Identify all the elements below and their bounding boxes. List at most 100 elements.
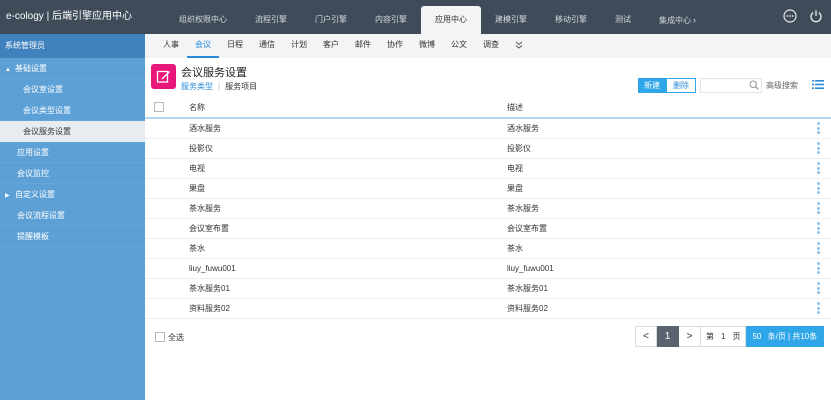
page-suffix: 页 xyxy=(732,332,741,341)
edit-icon xyxy=(151,64,176,89)
table-row[interactable]: 茶水服务 茶水服务 xyxy=(145,199,831,219)
row-more-icon[interactable] xyxy=(817,202,821,216)
sidebar-item-service-settings[interactable]: 会议服务设置 xyxy=(0,121,145,142)
top-tab-mobile[interactable]: 移动引擎 xyxy=(541,6,601,34)
sidebar-header: 系统管理员 xyxy=(0,34,145,58)
advanced-search-link[interactable]: 高级搜索 xyxy=(766,80,798,91)
cell-name: 会议室布置 xyxy=(189,224,229,233)
page-title: 会议服务设置 xyxy=(181,67,247,79)
top-tab-portal[interactable]: 门户引擎 xyxy=(301,6,361,34)
page-jump-input[interactable]: 1 xyxy=(716,327,730,346)
table-row[interactable]: 果盘 果盘 xyxy=(145,179,831,199)
caret-right-icon: ▶ xyxy=(5,193,10,199)
select-all-checkbox[interactable] xyxy=(155,332,165,342)
sidebar-item-reminder-template[interactable]: 提醒模板 xyxy=(0,226,145,247)
sub-tab-weibo[interactable]: 微博 xyxy=(411,34,443,58)
top-tab-integration[interactable]: 集成中心 › xyxy=(645,6,710,34)
sub-tab-survey[interactable]: 调查 xyxy=(475,34,507,58)
action-buttons: 新建 删除 xyxy=(638,78,696,93)
table-row[interactable]: liuy_fuwu001 liuy_fuwu001 xyxy=(145,259,831,279)
sub-tab-hr[interactable]: 人事 xyxy=(155,34,187,58)
page-size-value: 50 xyxy=(752,332,762,341)
page-size-selector[interactable]: 50 条/页 | 共10条 xyxy=(746,326,825,347)
sidebar-item-basic-settings[interactable]: ▲ 基础设置 xyxy=(0,58,145,79)
top-tab-workflow[interactable]: 流程引擎 xyxy=(241,6,301,34)
page-size-suffix: 条/页 | 共10条 xyxy=(767,332,818,341)
table-row[interactable]: 电视 电视 xyxy=(145,159,831,179)
sidebar-item-flow-settings[interactable]: 会议流程设置 xyxy=(0,205,145,226)
sidebar-item-type-settings[interactable]: 会议类型设置 xyxy=(0,100,145,121)
sidebar-item-app-settings[interactable]: 应用设置 xyxy=(0,142,145,163)
cell-name: 资料服务02 xyxy=(189,304,230,313)
top-bar: e-cology | 后端引擎应用中心 组织权限中心 流程引擎 门户引擎 内容引… xyxy=(0,0,831,34)
sidebar-item-monitor[interactable]: 会议监控 xyxy=(0,163,145,184)
link-service-type[interactable]: 服务类型 xyxy=(181,82,213,91)
sub-tab-collab[interactable]: 协作 xyxy=(379,34,411,58)
row-more-icon[interactable] xyxy=(817,162,821,176)
prev-page-button[interactable]: < xyxy=(635,326,657,347)
new-button[interactable]: 新建 xyxy=(638,78,666,93)
cell-description: 茶水服务01 xyxy=(507,284,548,293)
table-row[interactable]: 资料服务02 资料服务02 xyxy=(145,299,831,319)
search-icon[interactable] xyxy=(749,80,759,92)
sub-tab-customer[interactable]: 客户 xyxy=(315,34,347,58)
cell-name: 茶水服务 xyxy=(189,204,221,213)
top-tab-app-center[interactable]: 应用中心 xyxy=(421,6,481,34)
top-tab-org[interactable]: 组织权限中心 xyxy=(165,6,241,34)
cell-description: 果盘 xyxy=(507,184,523,193)
sub-tab-document[interactable]: 公文 xyxy=(443,34,475,58)
cell-description: liuy_fuwu001 xyxy=(507,264,554,273)
page-jump: 第 1 页 xyxy=(701,326,747,347)
next-page-button[interactable]: > xyxy=(679,326,701,347)
header-checkbox[interactable] xyxy=(154,102,164,112)
page-prefix: 第 xyxy=(706,332,714,341)
power-icon[interactable] xyxy=(807,7,825,25)
row-more-icon[interactable] xyxy=(817,222,821,236)
table-row[interactable]: 酒水服务 酒水服务 xyxy=(145,119,831,139)
page-number-current[interactable]: 1 xyxy=(657,326,679,347)
row-more-icon[interactable] xyxy=(817,242,821,256)
sub-tab-comm[interactable]: 通信 xyxy=(251,34,283,58)
top-tab-content[interactable]: 内容引擎 xyxy=(361,6,421,34)
sidebar-item-room-settings[interactable]: 会议室设置 xyxy=(0,79,145,100)
cell-description: 电视 xyxy=(507,164,523,173)
page-links: 服务类型 | 服务项目 xyxy=(181,81,257,92)
row-more-icon[interactable] xyxy=(817,302,821,316)
double-chevron-down-icon[interactable] xyxy=(507,34,531,58)
link-service-item[interactable]: 服务项目 xyxy=(225,82,257,91)
sub-tab-plan[interactable]: 计划 xyxy=(283,34,315,58)
sidebar-item-custom-settings[interactable]: ▶ 自定义设置 xyxy=(0,184,145,205)
table-row[interactable]: 茶水服务01 茶水服务01 xyxy=(145,279,831,299)
row-more-icon[interactable] xyxy=(817,182,821,196)
row-more-icon[interactable] xyxy=(817,282,821,296)
column-header-name: 名称 xyxy=(189,103,205,112)
top-tab-integration-label: 集成中心 xyxy=(659,16,691,25)
select-all-label: 全选 xyxy=(168,333,184,342)
row-more-icon[interactable] xyxy=(817,142,821,156)
top-tab-test[interactable]: 测试 xyxy=(601,6,645,34)
table-header: 名称 描述 xyxy=(145,98,831,119)
caret-down-icon: ▲ xyxy=(5,67,11,73)
table-row[interactable]: 投影仪 投影仪 xyxy=(145,139,831,159)
sub-tab-meeting[interactable]: 会议 xyxy=(187,34,219,58)
sub-tab-schedule[interactable]: 日程 xyxy=(219,34,251,58)
sub-tab-mail[interactable]: 邮件 xyxy=(347,34,379,58)
cell-name: 电视 xyxy=(189,164,205,173)
table-row[interactable]: 会议室布置 会议室布置 xyxy=(145,219,831,239)
list-menu-icon[interactable] xyxy=(812,79,824,92)
cell-name: 茶水 xyxy=(189,244,205,253)
row-more-icon[interactable] xyxy=(817,122,821,136)
sidebar-item-label: 自定义设置 xyxy=(15,190,55,199)
cell-name: 果盘 xyxy=(189,184,205,193)
top-icons xyxy=(781,7,825,25)
delete-button[interactable]: 删除 xyxy=(666,78,696,93)
top-tabs: 组织权限中心 流程引擎 门户引擎 内容引擎 应用中心 建模引擎 移动引擎 测试 … xyxy=(165,6,710,34)
row-more-icon[interactable] xyxy=(817,262,821,276)
column-header-description: 描述 xyxy=(507,103,523,112)
cell-description: 资料服务02 xyxy=(507,304,548,313)
top-tab-modeling[interactable]: 建模引擎 xyxy=(481,6,541,34)
more-icon[interactable] xyxy=(781,7,799,25)
sidebar: 系统管理员 ▲ 基础设置 会议室设置 会议类型设置 会议服务设置 应用设置 会议监… xyxy=(0,34,145,400)
cell-description: 投影仪 xyxy=(507,144,531,153)
table-row[interactable]: 茶水 茶水 xyxy=(145,239,831,259)
